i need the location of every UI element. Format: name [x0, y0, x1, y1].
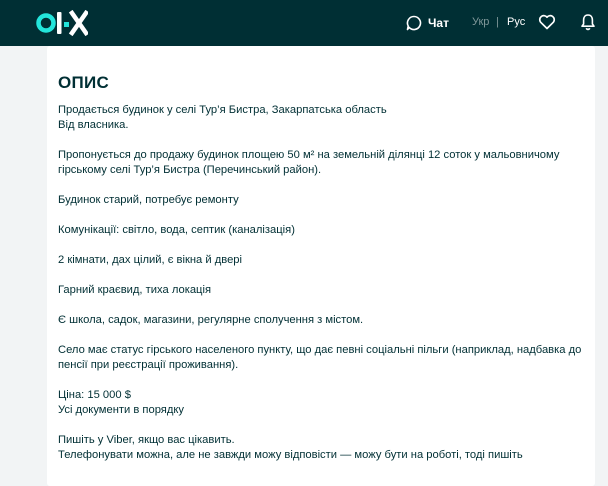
top-navigation-bar: Чат Укр | Рус: [0, 0, 608, 46]
language-separator: |: [496, 16, 499, 28]
price-line: Ціна: 15 000 $: [58, 389, 131, 401]
heart-icon[interactable]: [538, 13, 556, 31]
description-line: Продається будинок у селі Тур’я Бистра, …: [58, 104, 387, 116]
description-line: Будинок старий, потребує ремонту: [58, 194, 239, 206]
chat-label: Чат: [428, 16, 449, 30]
description-text: Продається будинок у селі Тур’я Бистра, …: [58, 103, 588, 463]
language-rus-link[interactable]: Рус: [507, 16, 525, 28]
chat-icon: [406, 15, 422, 31]
description-line: Від власника.: [58, 119, 129, 131]
description-line: пенсії при реєстрації проживання).: [58, 359, 239, 371]
description-line: Комунікації: світло, вода, септик (канал…: [58, 224, 295, 236]
description-line: гірському селі Тур’я Бистра (Перечинськи…: [58, 164, 322, 176]
description-line: Є школа, садок, магазини, регулярне спол…: [58, 314, 364, 326]
description-card: ОПИС Продається будинок у селі Тур’я Бис…: [47, 46, 595, 486]
olx-logo[interactable]: [36, 10, 88, 36]
description-line: Усі документи в порядку: [58, 404, 184, 416]
description-line: Пропонується до продажу будинок площею 5…: [58, 149, 560, 161]
language-ukr-link[interactable]: Укр: [472, 16, 489, 28]
description-line: Село має статус гірського населеного пун…: [58, 344, 582, 356]
bell-icon[interactable]: [580, 13, 596, 31]
description-title: ОПИС: [58, 73, 110, 92]
description-line: 2 кімнати, дах цілий, є вікна й двері: [58, 254, 243, 266]
chat-button[interactable]: Чат: [406, 13, 449, 33]
description-line: Телефонувати можна, але не завжди можу в…: [58, 449, 523, 461]
description-line: Гарний краєвид, тиха локація: [58, 284, 212, 296]
description-line: Пишіть у Viber, якщо вас цікавить.: [58, 434, 235, 446]
